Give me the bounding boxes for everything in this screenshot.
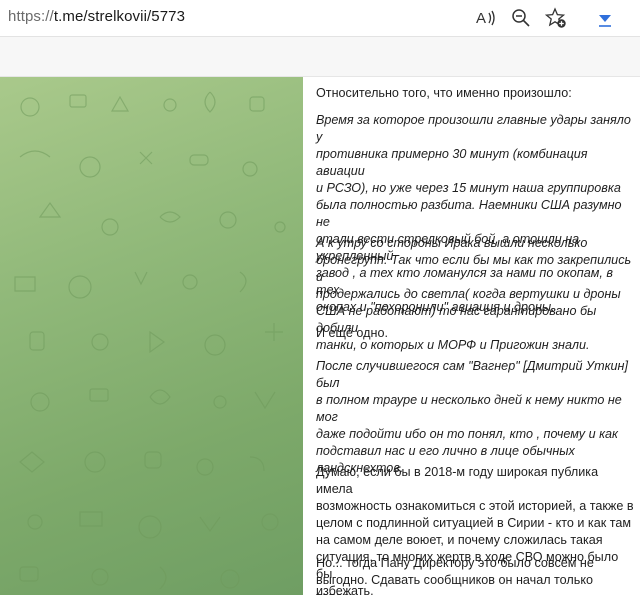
post-line: даже подойти ибо он то понял, кто , поче… bbox=[316, 427, 618, 441]
post-line: После случившегося сам "Вагнер" [Дмитрий… bbox=[316, 359, 628, 390]
post-line: целом с подлинной ситуацией в Сирии - кт… bbox=[316, 516, 632, 530]
post-line: была полностью разбита. Наемники США раз… bbox=[316, 198, 622, 229]
post-line: Но... тогда Пану Директору это было совс… bbox=[316, 556, 594, 570]
post-line: противника примерно 30 минут (комбинация… bbox=[316, 147, 588, 178]
post-line: и РСЗО), но уже через 15 минут наша груп… bbox=[316, 181, 621, 195]
post-line: продержались до светла( когда вертушки и… bbox=[316, 287, 621, 301]
favorite-add-icon[interactable] bbox=[545, 7, 567, 29]
post-line: в полном трауре и несколько дней к нему … bbox=[316, 393, 622, 424]
post-line: бронегрупп. Так что если бы мы как то за… bbox=[316, 253, 632, 284]
post-line: А к утру со стороны Ирака вышли нескольк… bbox=[316, 236, 588, 250]
post-paragraph: И ещё одно. bbox=[316, 325, 636, 342]
read-aloud-icon[interactable]: A bbox=[475, 7, 497, 29]
post-line: Время за которое произошли главные удары… bbox=[316, 113, 631, 144]
post-line: на самом деле воюет, и почему сложилась … bbox=[316, 533, 603, 547]
post-paragraph: Но... тогда Пану Директору это было совс… bbox=[316, 555, 636, 595]
post-line: возможность ознакомиться с этой историей… bbox=[316, 499, 634, 513]
page-toolbar-strip bbox=[0, 37, 640, 77]
url-protocol: https:// bbox=[8, 8, 54, 25]
post-line: выгодно. Сдавать сообщников он начал тол… bbox=[316, 573, 593, 595]
zoom-out-icon[interactable] bbox=[510, 7, 532, 29]
post-paragraph: Относительно того, что именно произошло: bbox=[316, 85, 636, 102]
address-field[interactable]: https://t.me/strelkovii/5773 bbox=[8, 8, 185, 25]
post-paragraph: После случившегося сам "Вагнер" [Дмитрий… bbox=[316, 358, 636, 477]
chat-background-pattern bbox=[0, 77, 303, 595]
post-line: Относительно того, что именно произошло: bbox=[316, 86, 572, 100]
post-line: И ещё одно. bbox=[316, 326, 388, 340]
message-post: Относительно того, что именно произошло:… bbox=[303, 77, 640, 595]
download-arrow-icon[interactable] bbox=[594, 7, 616, 29]
doodle-pattern bbox=[14, 91, 286, 590]
post-line: подставил нас и его лично в лице обычных bbox=[316, 444, 575, 458]
post-line: Думаю, если бы в 2018-м году широкая пуб… bbox=[316, 465, 599, 496]
url-path: t.me/strelkovii/5773 bbox=[53, 8, 186, 25]
svg-text:A: A bbox=[476, 10, 486, 27]
browser-address-bar: https://t.me/strelkovii/5773 A bbox=[0, 0, 640, 37]
